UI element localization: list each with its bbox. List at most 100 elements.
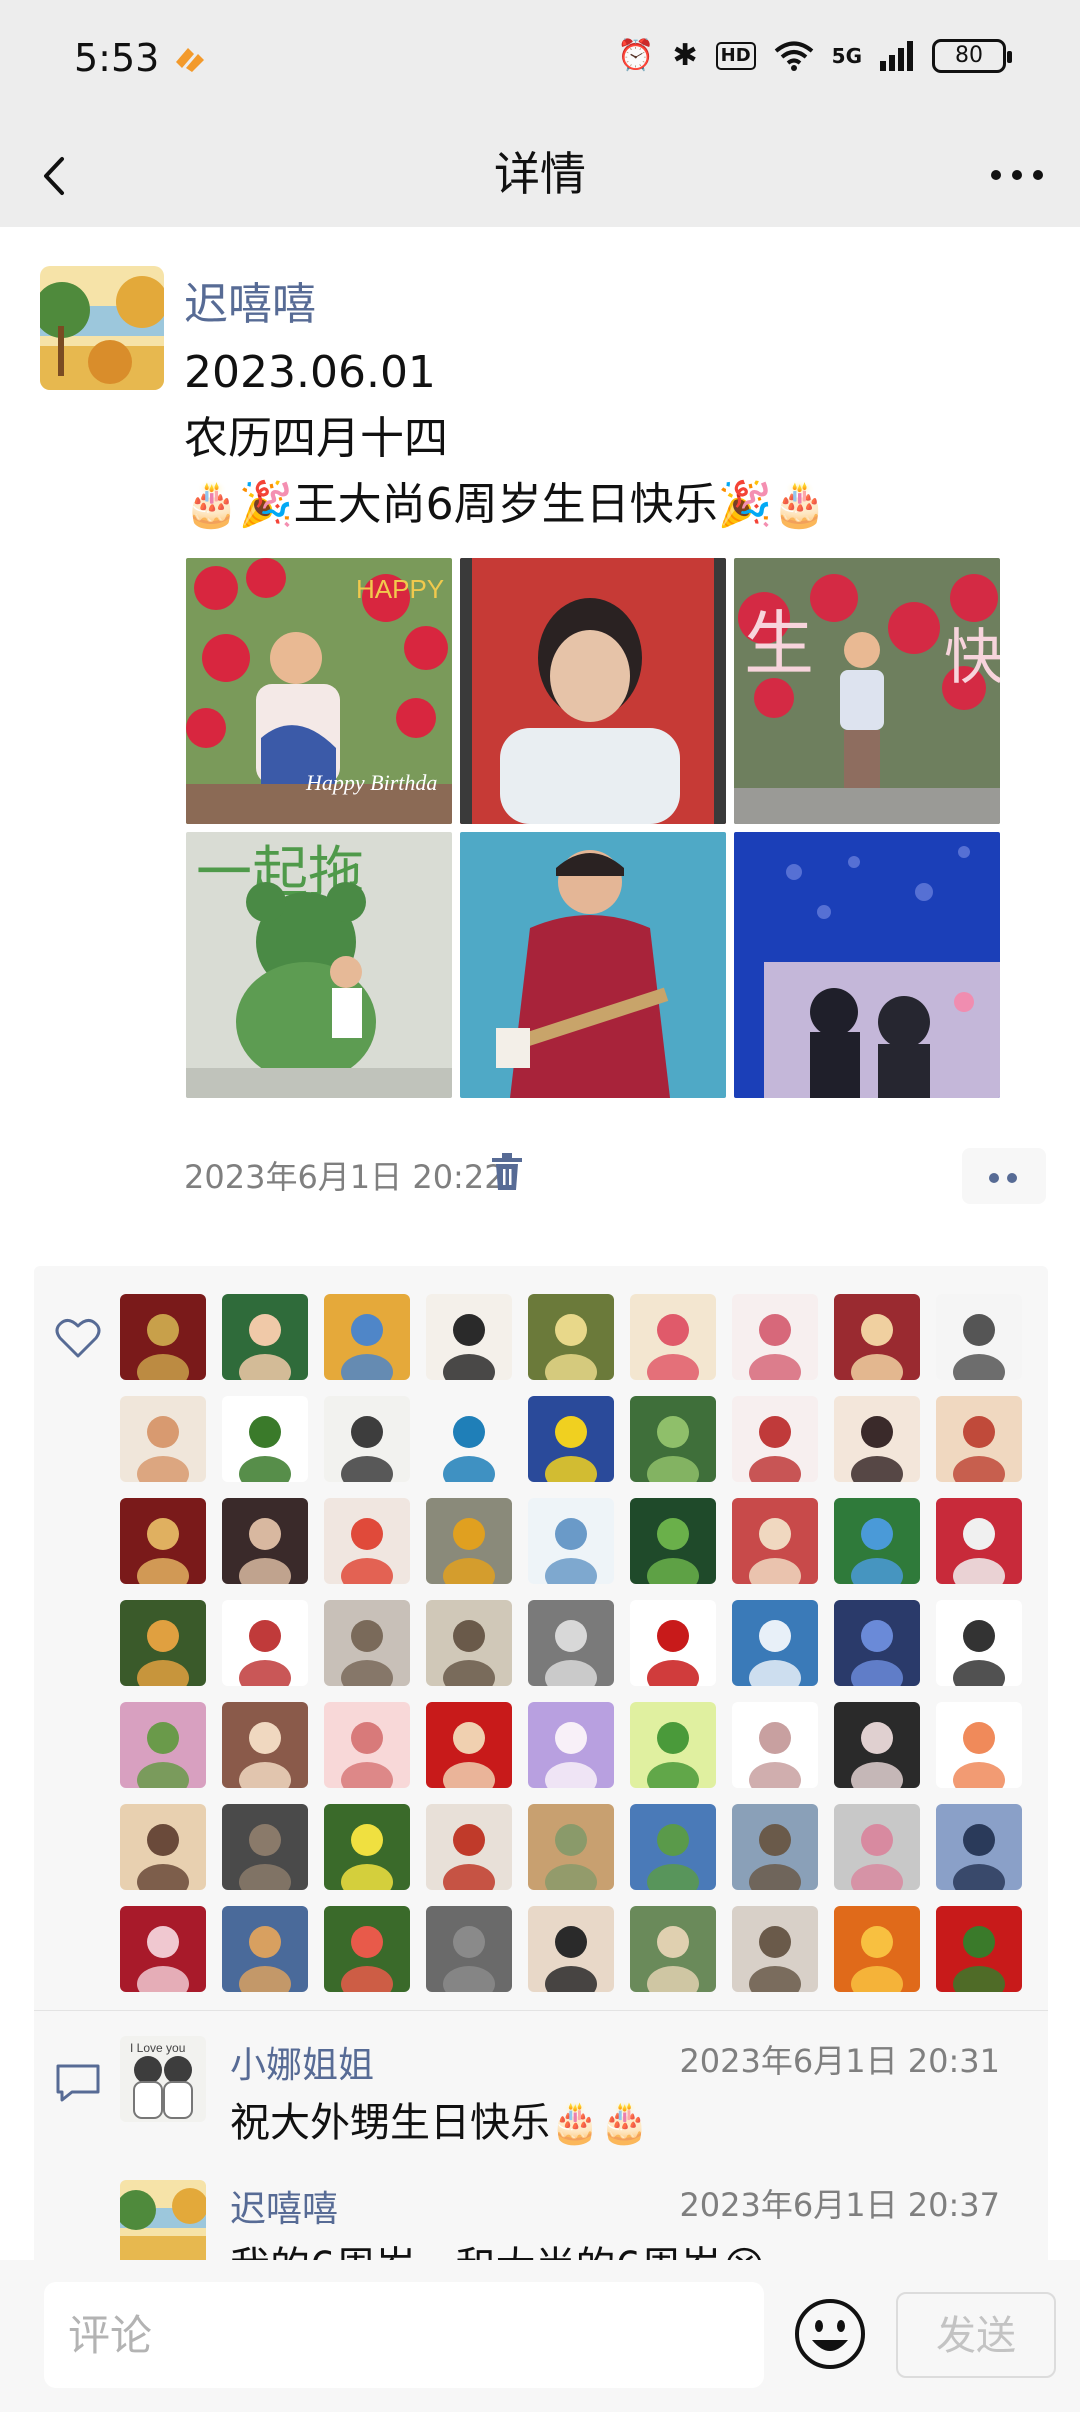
liker-avatar[interactable] xyxy=(732,1600,818,1686)
liker-avatar[interactable] xyxy=(630,1498,716,1584)
liker-avatar[interactable] xyxy=(834,1804,920,1890)
photo-roses-birthday[interactable]: HAPPY Happy Birthda xyxy=(186,558,452,824)
alarm-icon: ⏰ xyxy=(617,38,655,73)
liker-avatar[interactable] xyxy=(324,1702,410,1788)
status-bar: 5:53 ⏰ ✱ HD 5G 80 xyxy=(0,0,1080,125)
liker-avatar[interactable] xyxy=(120,1294,206,1380)
liker-avatar[interactable] xyxy=(936,1804,1022,1890)
liker-avatar[interactable] xyxy=(630,1600,716,1686)
status-icons: ⏰ ✱ HD 5G 80 xyxy=(617,38,1012,73)
liker-avatar[interactable] xyxy=(630,1294,716,1380)
liker-avatar-grid xyxy=(120,1294,1026,1992)
svg-text:I Love you: I Love you xyxy=(130,2041,185,2055)
liker-avatar[interactable] xyxy=(222,1804,308,1890)
photo-bear-sculpture[interactable]: 一起拖 xyxy=(186,832,452,1098)
hd-icon: HD xyxy=(715,41,756,70)
liker-avatar[interactable] xyxy=(324,1804,410,1890)
photo-old-portrait[interactable] xyxy=(460,558,726,824)
liker-avatar[interactable] xyxy=(630,1906,716,1992)
liker-avatar[interactable] xyxy=(324,1396,410,1482)
liker-avatar[interactable] xyxy=(120,1702,206,1788)
liker-avatar[interactable] xyxy=(528,1294,614,1380)
liker-avatar[interactable] xyxy=(528,1804,614,1890)
liker-avatar[interactable] xyxy=(936,1498,1022,1584)
commenter-name[interactable]: 迟嘻嘻 xyxy=(230,2180,338,2232)
liker-avatar[interactable] xyxy=(120,1396,206,1482)
photo-aquarium[interactable] xyxy=(734,832,1000,1098)
liker-avatar[interactable] xyxy=(528,1702,614,1788)
comment-time: 2023年6月1日 20:31 xyxy=(679,2042,1000,2080)
liker-avatar[interactable] xyxy=(528,1396,614,1482)
liker-avatar[interactable] xyxy=(936,1294,1022,1380)
commenter-avatar[interactable] xyxy=(120,2180,206,2260)
liker-avatar[interactable] xyxy=(426,1294,512,1380)
liker-avatar[interactable] xyxy=(222,1498,308,1584)
liker-avatar[interactable] xyxy=(630,1702,716,1788)
liker-avatar[interactable] xyxy=(426,1906,512,1992)
liker-avatar[interactable] xyxy=(324,1600,410,1686)
liker-avatar[interactable] xyxy=(426,1600,512,1686)
liker-avatar[interactable] xyxy=(120,1906,206,1992)
liker-avatar[interactable] xyxy=(630,1396,716,1482)
comment-item[interactable]: 迟嘻嘻 2023年6月1日 20:37 我的6周岁，和大尚的6周岁😭 xyxy=(120,2180,1000,2260)
liker-avatar[interactable] xyxy=(528,1600,614,1686)
liker-avatar[interactable] xyxy=(732,1396,818,1482)
liker-avatar[interactable] xyxy=(528,1498,614,1584)
photo-roses-sign[interactable]: 生 快 xyxy=(734,558,1000,824)
liker-avatar[interactable] xyxy=(426,1804,512,1890)
liker-avatar[interactable] xyxy=(120,1600,206,1686)
trash-icon[interactable] xyxy=(490,1152,524,1192)
liker-avatar[interactable] xyxy=(120,1804,206,1890)
more-options-icon[interactable] xyxy=(982,147,1052,203)
liker-avatar[interactable] xyxy=(222,1702,308,1788)
liker-avatar[interactable] xyxy=(426,1498,512,1584)
post-timestamp: 2023年6月1日 20:22 xyxy=(184,1158,505,1196)
liker-avatar[interactable] xyxy=(426,1702,512,1788)
heart-icon xyxy=(55,1319,101,1358)
liker-avatar[interactable] xyxy=(834,1498,920,1584)
liker-avatar[interactable] xyxy=(834,1600,920,1686)
author-name[interactable]: 迟嘻嘻 xyxy=(184,268,316,332)
liker-avatar[interactable] xyxy=(936,1702,1022,1788)
liker-avatar[interactable] xyxy=(936,1906,1022,1992)
liker-avatar[interactable] xyxy=(936,1396,1022,1482)
liker-avatar[interactable] xyxy=(834,1396,920,1482)
comment-item[interactable]: I Love you 小娜姐姐 2023年6月1日 20:31 祝大外甥生日快乐… xyxy=(120,2036,1000,2156)
liker-avatar[interactable] xyxy=(222,1294,308,1380)
emoji-icon[interactable] xyxy=(792,2296,868,2372)
liker-avatar[interactable] xyxy=(834,1702,920,1788)
liker-avatar[interactable] xyxy=(324,1906,410,1992)
liker-avatar[interactable] xyxy=(834,1294,920,1380)
liker-avatar[interactable] xyxy=(834,1906,920,1992)
comment-text: 祝大外甥生日快乐🎂🎂 xyxy=(230,2100,650,2146)
liker-avatar[interactable] xyxy=(732,1294,818,1380)
liker-avatar[interactable] xyxy=(120,1498,206,1584)
liker-avatar[interactable] xyxy=(936,1600,1022,1686)
liker-avatar[interactable] xyxy=(732,1498,818,1584)
status-time: 5:53 xyxy=(74,36,160,80)
comment-text: 我的6周岁，和大尚的6周岁😭 xyxy=(230,2234,768,2260)
photo-red-costume[interactable] xyxy=(460,832,726,1098)
liker-avatar[interactable] xyxy=(222,1600,308,1686)
comment-input[interactable] xyxy=(44,2282,764,2388)
liker-avatar[interactable] xyxy=(426,1396,512,1482)
liker-avatar[interactable] xyxy=(732,1906,818,1992)
battery-indicator: 80 xyxy=(932,38,1012,73)
send-button[interactable]: 发送 xyxy=(896,2292,1056,2378)
commenter-name[interactable]: 小娜姐姐 xyxy=(230,2036,374,2088)
liker-avatar[interactable] xyxy=(630,1804,716,1890)
wifi-icon xyxy=(774,41,813,71)
post-line-wish: 🎂🎉王大尚6周岁生日快乐🎉🎂 xyxy=(184,479,828,530)
commenter-avatar[interactable]: I Love you xyxy=(120,2036,206,2122)
like-comment-button[interactable] xyxy=(962,1148,1046,1204)
liker-avatar[interactable] xyxy=(732,1804,818,1890)
panel-divider xyxy=(34,2010,1048,2011)
liker-avatar[interactable] xyxy=(324,1294,410,1380)
svg-text:Happy Birthda: Happy Birthda xyxy=(305,770,437,795)
liker-avatar[interactable] xyxy=(222,1906,308,1992)
liker-avatar[interactable] xyxy=(222,1396,308,1482)
liker-avatar[interactable] xyxy=(324,1498,410,1584)
liker-avatar[interactable] xyxy=(732,1702,818,1788)
liker-avatar[interactable] xyxy=(528,1906,614,1992)
author-avatar[interactable] xyxy=(40,266,164,390)
